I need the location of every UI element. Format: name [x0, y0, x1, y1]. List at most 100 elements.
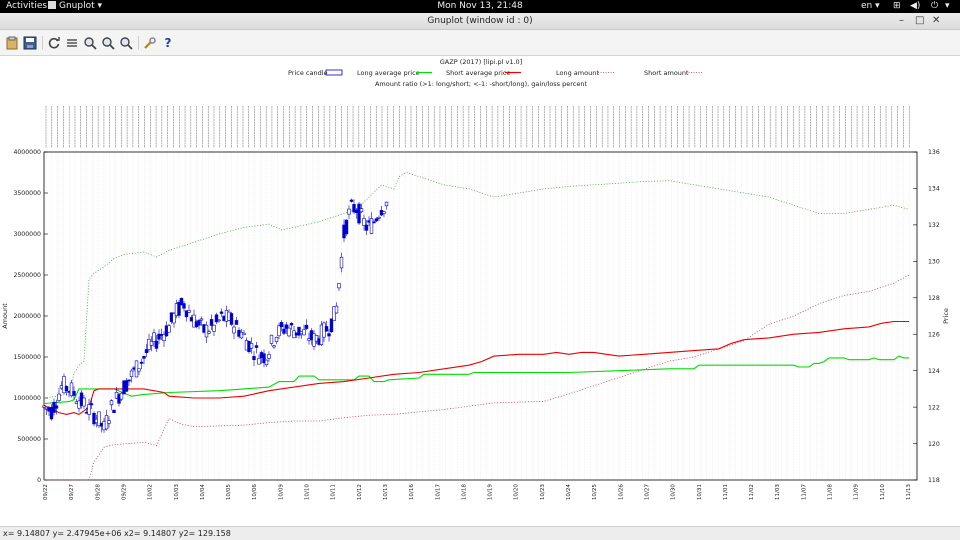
left-tick-label: 2000000 — [13, 313, 41, 320]
x-date-label: 11/09 — [854, 484, 860, 501]
close-icon[interactable]: ✕ — [932, 15, 940, 26]
price-candle — [167, 323, 171, 333]
x-date-label: 09/22 — [43, 484, 49, 500]
candle-body — [269, 334, 274, 344]
candle-body — [282, 328, 286, 334]
candle-body — [197, 320, 201, 326]
system-top-bar: Activities Gnuplot ▾ Mon Nov 13, 21:48 e… — [0, 0, 960, 13]
right-axis-label: Price — [942, 308, 950, 324]
price-candle — [139, 358, 144, 370]
maximize-icon[interactable]: □ — [915, 15, 924, 26]
legend-label: Short amount — [644, 69, 689, 77]
candle-body — [382, 211, 386, 214]
price-candle — [264, 359, 269, 367]
settings-wrench-icon[interactable] — [142, 35, 158, 51]
right-tick-label: 128 — [928, 295, 940, 302]
plot-canvas[interactable]: GAZP (2017) [lipi.pl v1.0] Price candle L… — [0, 56, 960, 526]
candle-body — [337, 283, 341, 289]
candle-body — [207, 331, 211, 334]
replot-icon[interactable] — [46, 35, 62, 51]
candle-body — [364, 224, 369, 231]
right-tick-label: 124 — [928, 368, 940, 375]
x-date-label: 11/08 — [828, 484, 834, 501]
candle-body — [359, 208, 364, 213]
chart-legend: Price candle Long average price Short aver… — [288, 69, 702, 77]
language-label: en — [861, 1, 873, 11]
x-date-label: 10/16 — [409, 484, 415, 501]
volume-icon[interactable]: ◀) — [910, 1, 920, 11]
x-date-label: 11/10 — [880, 484, 886, 501]
candle-body — [109, 400, 114, 406]
price-candle — [292, 325, 296, 339]
price-candle — [384, 201, 389, 210]
zoom-next-icon[interactable] — [100, 35, 116, 51]
candle-body — [212, 324, 216, 332]
power-icon[interactable]: ⏻ — [931, 1, 938, 11]
right-tick-label: 120 — [928, 441, 940, 448]
x-date-label: 09/29 — [122, 484, 128, 501]
legend-swatch — [325, 69, 343, 76]
candle-body — [384, 201, 389, 207]
candle-body — [112, 409, 116, 414]
x-date-label: 11/07 — [801, 484, 807, 501]
price-candle — [64, 385, 69, 396]
price-candle — [92, 411, 96, 427]
candle-body — [327, 333, 331, 337]
network-icon[interactable]: ⊞ — [893, 1, 901, 11]
candle-body — [182, 303, 186, 309]
candle-body — [199, 318, 204, 321]
candle-body — [249, 343, 254, 349]
window-title: Gnuplot (window id : 0) — [427, 16, 533, 26]
left-tick-label: 3000000 — [13, 231, 41, 238]
price-candle — [62, 373, 66, 395]
candle-body — [57, 393, 61, 401]
clipboard-icon[interactable] — [4, 35, 20, 51]
price-candle — [197, 318, 201, 330]
x-date-label: 10/12 — [357, 484, 363, 500]
candle-body — [344, 219, 349, 235]
candle-body — [267, 354, 271, 359]
language-selector[interactable]: en ▾ — [861, 1, 880, 11]
chevron-down-icon[interactable]: ▾ — [945, 1, 950, 11]
candle-body — [374, 218, 379, 222]
minimize-icon[interactable]: – — [899, 15, 904, 26]
price-candle — [274, 336, 279, 345]
x-date-label: 10/18 — [461, 484, 467, 501]
chevron-down-icon: ▾ — [875, 1, 880, 11]
candle-body — [127, 379, 131, 382]
window-titlebar: Gnuplot (window id : 0) – □ ✕ — [0, 13, 960, 30]
x-date-label: 11/03 — [775, 484, 781, 501]
right-tick-label: 134 — [928, 186, 940, 193]
right-tick-label: 136 — [928, 149, 940, 156]
price-candle — [344, 219, 349, 236]
x-date-label: 09/27 — [69, 484, 75, 501]
x-date-label: 10/30 — [671, 484, 677, 501]
price-candle — [337, 282, 341, 292]
gnuplot-chart[interactable]: GAZP (2017) [lipi.pl v1.0] Price candle L… — [0, 56, 960, 526]
price-candle — [57, 387, 61, 402]
candle-body — [64, 386, 69, 391]
clock[interactable]: Mon Nov 13, 21:48 — [0, 1, 960, 11]
x-date-label: 10/31 — [697, 484, 703, 501]
print-icon[interactable] — [22, 35, 38, 51]
right-tick-label: 126 — [928, 331, 940, 338]
x-date-label: 10/27 — [645, 484, 651, 501]
candle-body — [107, 420, 111, 424]
zoom-previous-icon[interactable] — [82, 35, 98, 51]
x-date-label: 10/17 — [435, 484, 441, 501]
legend-label: Short average price — [446, 69, 510, 77]
left-tick-label: 1000000 — [13, 395, 41, 402]
price-candle — [212, 324, 216, 336]
autoscale-icon[interactable] — [118, 35, 134, 51]
help-icon[interactable]: ? — [160, 35, 176, 51]
x-date-label: 10/24 — [566, 484, 572, 501]
candle-body — [289, 323, 294, 326]
grid-icon[interactable] — [64, 35, 80, 51]
candle-body — [302, 329, 306, 336]
candle-body — [87, 404, 91, 415]
x-date-label: 11/02 — [749, 484, 755, 500]
candle-body — [304, 324, 309, 329]
price-candle — [349, 198, 354, 203]
left-tick-label: 1500000 — [13, 354, 41, 361]
candle-body — [349, 199, 354, 202]
